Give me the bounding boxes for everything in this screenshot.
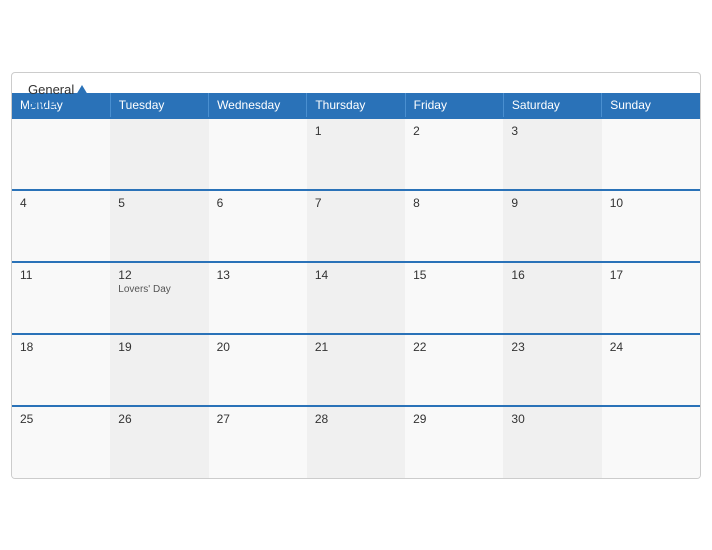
weekday-header-sunday: Sunday (602, 93, 700, 118)
day-number: 15 (413, 268, 495, 282)
day-number: 2 (413, 124, 495, 138)
calendar-cell: 7 (307, 190, 405, 262)
calendar-cell: 10 (602, 190, 700, 262)
day-number: 11 (20, 268, 102, 282)
day-number: 4 (20, 196, 102, 210)
day-number: 12 (118, 268, 200, 282)
calendar-cell: 11 (12, 262, 110, 334)
logo-blue-text: Blue (28, 97, 88, 111)
calendar-cell: 23 (503, 334, 601, 406)
day-number: 10 (610, 196, 692, 210)
calendar-week-row: 25 26 27 28 29 30 (12, 406, 700, 478)
day-number: 8 (413, 196, 495, 210)
calendar-week-row: 1 2 3 (12, 118, 700, 190)
weekday-header-thursday: Thursday (307, 93, 405, 118)
day-number: 30 (511, 412, 593, 426)
calendar-cell: 24 (602, 334, 700, 406)
calendar-cell: 18 (12, 334, 110, 406)
weekday-header-wednesday: Wednesday (209, 93, 307, 118)
calendar-cell: 16 (503, 262, 601, 334)
day-number: 16 (511, 268, 593, 282)
day-number: 29 (413, 412, 495, 426)
calendar-cell: 30 (503, 406, 601, 478)
calendar-cell: 6 (209, 190, 307, 262)
day-number: 5 (118, 196, 200, 210)
day-number: 7 (315, 196, 397, 210)
calendar-cell: 29 (405, 406, 503, 478)
logo: General Blue (28, 83, 88, 112)
day-number: 20 (217, 340, 299, 354)
calendar-cell: 28 (307, 406, 405, 478)
calendar-cell: 13 (209, 262, 307, 334)
day-number: 14 (315, 268, 397, 282)
day-number: 28 (315, 412, 397, 426)
weekday-header-friday: Friday (405, 93, 503, 118)
calendar-cell: 8 (405, 190, 503, 262)
weekday-row: MondayTuesdayWednesdayThursdayFridaySatu… (12, 93, 700, 118)
calendar-week-row: 4 5 6 7 8 9 10 (12, 190, 700, 262)
calendar-cell: 20 (209, 334, 307, 406)
day-number: 1 (315, 124, 397, 138)
calendar-cell: 21 (307, 334, 405, 406)
day-number: 6 (217, 196, 299, 210)
day-number: 17 (610, 268, 692, 282)
calendar-body: 123456789101112Lovers' Day13141516171819… (12, 118, 700, 478)
calendar-week-row: 18 19 20 21 22 23 24 (12, 334, 700, 406)
calendar-grid: MondayTuesdayWednesdayThursdayFridaySatu… (12, 93, 700, 478)
calendar-cell: 27 (209, 406, 307, 478)
calendar-cell: 9 (503, 190, 601, 262)
calendar-container: General Blue MondayTuesdayWednesdayThurs… (11, 72, 701, 479)
calendar-cell: 26 (110, 406, 208, 478)
day-number: 13 (217, 268, 299, 282)
calendar-week-row: 11 12 Lovers' Day 13 14 15 16 17 (12, 262, 700, 334)
day-number: 24 (610, 340, 692, 354)
calendar-cell: 14 (307, 262, 405, 334)
calendar-cell (12, 118, 110, 190)
logo-triangle-icon (76, 85, 88, 95)
day-number: 3 (511, 124, 593, 138)
day-number: 21 (315, 340, 397, 354)
day-number: 26 (118, 412, 200, 426)
calendar-cell (602, 406, 700, 478)
calendar-cell (209, 118, 307, 190)
weekday-header-tuesday: Tuesday (110, 93, 208, 118)
calendar-cell: 17 (602, 262, 700, 334)
calendar-cell (110, 118, 208, 190)
calendar-cell: 3 (503, 118, 601, 190)
calendar-cell: 19 (110, 334, 208, 406)
calendar-cell: 4 (12, 190, 110, 262)
calendar-header-row: MondayTuesdayWednesdayThursdayFridaySatu… (12, 93, 700, 118)
day-number: 22 (413, 340, 495, 354)
calendar-cell: 12 Lovers' Day (110, 262, 208, 334)
weekday-header-saturday: Saturday (503, 93, 601, 118)
calendar-cell: 5 (110, 190, 208, 262)
day-number: 19 (118, 340, 200, 354)
calendar-cell: 2 (405, 118, 503, 190)
event-label: Lovers' Day (118, 284, 200, 295)
day-number: 25 (20, 412, 102, 426)
calendar-cell (602, 118, 700, 190)
day-number: 9 (511, 196, 593, 210)
day-number: 27 (217, 412, 299, 426)
calendar-cell: 1 (307, 118, 405, 190)
calendar-cell: 15 (405, 262, 503, 334)
day-number: 18 (20, 340, 102, 354)
day-number: 23 (511, 340, 593, 354)
calendar-header: General Blue (12, 73, 700, 93)
calendar-cell: 22 (405, 334, 503, 406)
calendar-cell: 25 (12, 406, 110, 478)
logo-general-text: General (28, 83, 88, 97)
